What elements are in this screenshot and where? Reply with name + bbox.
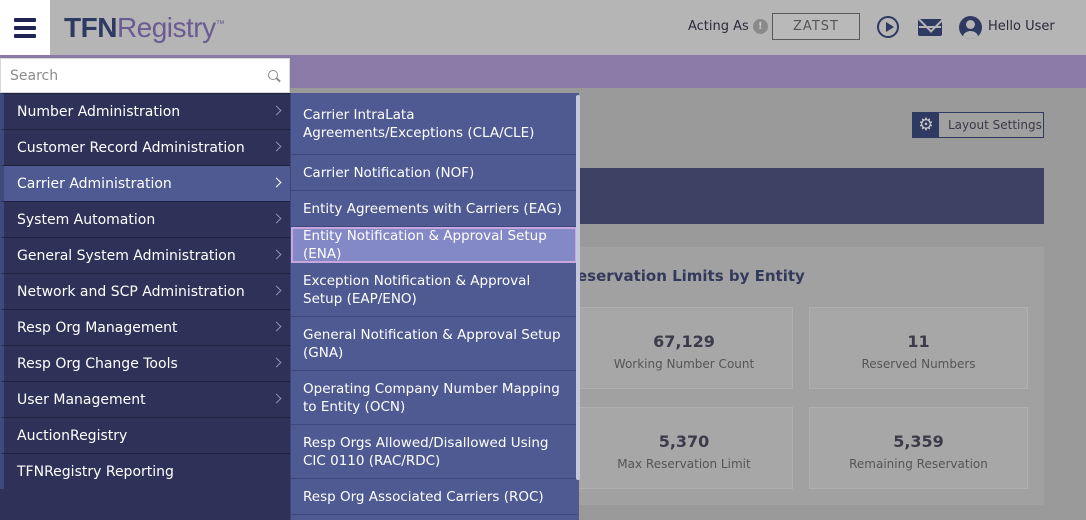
chevron-right-icon	[271, 357, 282, 368]
menu-item-carrier-administration[interactable]: Carrier Administration	[0, 165, 290, 201]
stat-card-max-reservation: 5,370 Max Reservation Limit	[575, 407, 793, 489]
chevron-right-icon	[271, 321, 282, 332]
submenu-item-ocn[interactable]: Operating Company Number Mapping to Enti…	[291, 371, 577, 425]
content-banner	[575, 168, 1044, 224]
submenu-item-rac-rdc[interactable]: Resp Orgs Allowed/Disallowed Using CIC 0…	[291, 425, 577, 479]
submenu-item-eap-eno[interactable]: Exception Notification & Approval Setup …	[291, 263, 577, 317]
layout-settings-button[interactable]: ⚙ Layout Settings	[912, 112, 1044, 138]
hamburger-icon	[14, 17, 36, 38]
submenu-item-gna[interactable]: General Notification & Approval Setup (G…	[291, 317, 577, 371]
chevron-right-icon	[271, 285, 282, 296]
menu-item-resp-org-change-tools[interactable]: Resp Org Change Tools	[0, 345, 290, 381]
user-avatar-icon[interactable]	[959, 16, 982, 39]
menu-search-box	[0, 58, 290, 93]
carrier-administration-submenu: Carrier IntraLata Agreements/Exceptions …	[290, 93, 579, 520]
app-logo[interactable]: TFNRegistry™	[64, 12, 225, 44]
menu-item-general-system-administration[interactable]: General System Administration	[0, 237, 290, 273]
top-header: TFNRegistry™ Acting As ! ZATST Hello Use…	[0, 0, 1086, 55]
gear-icon: ⚙	[913, 113, 939, 137]
submenu-item-ena[interactable]: Entity Notification & Approval Setup (EN…	[291, 227, 577, 263]
side-menu: Number Administration Customer Record Ad…	[0, 93, 290, 520]
stat-card-remaining-reservation: 5,359 Remaining Reservation	[809, 407, 1028, 489]
stat-card-working-numbers: 67,129 Working Number Count	[575, 307, 793, 389]
submenu-item-eag[interactable]: Entity Agreements with Carriers (EAG)	[291, 191, 577, 227]
menu-item-auction-registry[interactable]: AuctionRegistry	[0, 417, 290, 453]
acting-as-label: Acting As !	[688, 19, 768, 34]
menu-item-network-scp-administration[interactable]: Network and SCP Administration	[0, 273, 290, 309]
chevron-right-icon	[271, 105, 282, 116]
chevron-right-icon	[271, 213, 282, 224]
submenu-item-nof[interactable]: Carrier Notification (NOF)	[291, 155, 577, 191]
submenu-item-roc[interactable]: Resp Org Associated Carriers (ROC)	[291, 479, 577, 515]
panel-title: eservation Limits by Entity	[577, 267, 805, 285]
chevron-right-icon	[271, 249, 282, 260]
menu-search-input[interactable]	[1, 60, 256, 91]
chevron-right-icon	[271, 177, 282, 188]
resp-org-selector[interactable]: ZATST	[772, 13, 860, 40]
submenu-scrollbar[interactable]	[576, 95, 580, 480]
menu-item-user-management[interactable]: User Management	[0, 381, 290, 417]
menu-item-resp-org-management[interactable]: Resp Org Management	[0, 309, 290, 345]
menu-item-system-automation[interactable]: System Automation	[0, 201, 290, 237]
stat-card-reserved-numbers: 11 Reserved Numbers	[809, 307, 1028, 389]
menu-item-number-administration[interactable]: Number Administration	[0, 93, 290, 129]
chevron-right-icon	[271, 141, 282, 152]
info-icon[interactable]: !	[752, 19, 768, 34]
menu-item-tfnregistry-reporting[interactable]: TFNRegistry Reporting	[0, 453, 290, 489]
hamburger-menu-button[interactable]	[0, 0, 50, 55]
chevron-right-icon	[271, 393, 282, 404]
play-video-icon[interactable]	[877, 16, 899, 38]
user-greeting[interactable]: Hello User	[988, 19, 1055, 34]
mail-icon[interactable]	[918, 19, 942, 36]
submenu-item-cla-cle[interactable]: Carrier IntraLata Agreements/Exceptions …	[291, 93, 577, 155]
menu-item-customer-record-administration[interactable]: Customer Record Administration	[0, 129, 290, 165]
search-icon[interactable]	[268, 70, 280, 82]
